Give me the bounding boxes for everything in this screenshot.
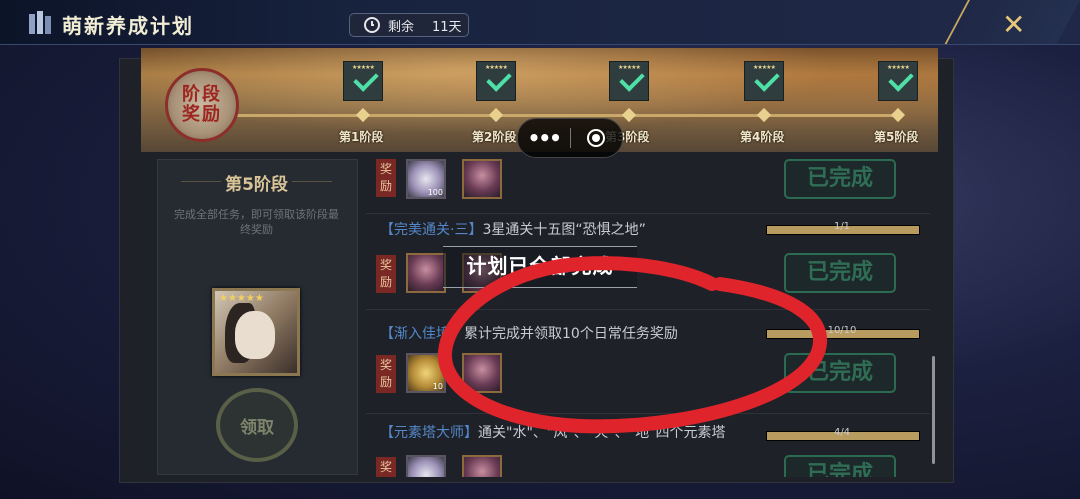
reward-label: 奖励 — [376, 355, 396, 393]
hero-item-icon[interactable] — [406, 253, 446, 293]
seal-line-1: 阶段 — [182, 84, 222, 105]
task-progress-text: 10/10 — [827, 325, 857, 336]
claim-button[interactable]: 领取 — [216, 388, 298, 462]
stage-title: 第5阶段 — [157, 170, 356, 195]
hero-face — [235, 311, 275, 359]
stage-4-label: 第4阶段 — [740, 130, 785, 144]
completed-button[interactable]: 已完成 — [784, 353, 896, 393]
scrollbar[interactable] — [932, 356, 935, 464]
task-title: 【元素塔大师】通关"水"、"风"、"火"、"地"四个元素塔 — [380, 425, 750, 442]
book-icon — [29, 11, 51, 34]
stage-5-complete[interactable]: ★★★★★ — [878, 61, 918, 101]
stage-4-complete[interactable]: ★★★★★ — [744, 61, 784, 101]
task-text: 累计完成并领取10个日常任务奖励 — [464, 326, 678, 342]
stage-2-complete[interactable]: ★★★★★ — [476, 61, 516, 101]
stage-1-label: 第1阶段 — [339, 130, 384, 144]
task-title: 【完美通关·三】3星通关十五图“恐惧之地” — [380, 219, 646, 239]
task-tag: 【渐入佳境】 — [380, 326, 464, 342]
completed-button[interactable]: 已完成 — [784, 159, 896, 199]
timer-prefix: 剩余 — [388, 19, 415, 35]
stage-description: 完成全部任务，即可领取该阶段最终奖励 — [174, 208, 339, 236]
stage-3-complete[interactable]: ★★★★★ — [609, 61, 649, 101]
top-bar: 萌新养成计划 — [0, 0, 1080, 45]
completed-button[interactable]: 已完成 — [784, 253, 896, 293]
task-title: 【渐入佳境】累计完成并领取10个日常任务奖励 — [380, 323, 678, 343]
hero-portrait[interactable]: ★★★★★ — [212, 288, 300, 376]
stage-5-label: 第5阶段 — [874, 130, 919, 144]
reward-label: 奖励 — [376, 159, 396, 197]
completed-button[interactable]: 已完成 — [784, 455, 896, 477]
crystal-item-icon[interactable] — [406, 455, 446, 477]
clock-icon — [364, 17, 380, 33]
task-row: 【渐入佳境】累计完成并领取10个日常任务奖励 10/10 奖励 10 已完成 — [366, 317, 930, 414]
hero-item-icon[interactable] — [462, 455, 502, 477]
star-icons: ★★★★★ — [219, 293, 264, 304]
task-text: 3星通关十五图“恐惧之地” — [482, 222, 646, 238]
close-miniprogram-icon[interactable] — [570, 129, 622, 147]
more-icon[interactable]: ••• — [518, 126, 570, 150]
timer-value: 11天 — [432, 19, 462, 35]
completion-toast: 计划已全部完成 — [443, 246, 637, 288]
task-tag: 【完美通关·三】 — [380, 222, 483, 238]
task-text: 通关"水"、"风"、"火"、"地"四个元素塔 — [478, 425, 726, 441]
task-row: 奖励 100 已完成 — [366, 153, 930, 214]
hero-item-icon[interactable] — [462, 159, 502, 199]
task-list[interactable]: 奖励 100 已完成 【完美通关·三】3星通关十五图“恐惧之地” 1/1 奖励 … — [366, 153, 930, 477]
task-row: 【元素塔大师】通关"水"、"风"、"火"、"地"四个元素塔 4/4 奖 已完成 — [366, 419, 930, 477]
close-icon[interactable]: ✕ — [1002, 8, 1025, 41]
remaining-time: 剩余 11天 — [349, 13, 469, 37]
crystal-item-icon[interactable]: 100 — [406, 159, 446, 199]
stage-track — [236, 114, 898, 117]
task-tag: 【元素塔大师】 — [380, 425, 478, 441]
reward-label: 奖励 — [376, 255, 396, 293]
task-progress-text: 4/4 — [833, 427, 851, 438]
stage-2-label: 第2阶段 — [472, 130, 517, 144]
hero-item-icon[interactable] — [462, 353, 502, 393]
miniprogram-capsule: ••• — [517, 118, 623, 158]
task-progress-text: 1/1 — [833, 221, 851, 232]
seal-line-2: 奖励 — [182, 104, 222, 125]
page-title: 萌新养成计划 — [62, 14, 194, 38]
stage-1-complete[interactable]: ★★★★★ — [343, 61, 383, 101]
scroll-item-icon[interactable]: 10 — [406, 353, 446, 393]
reward-label: 奖 — [376, 457, 396, 477]
stage-reward-seal: 阶段 奖励 — [165, 68, 239, 142]
